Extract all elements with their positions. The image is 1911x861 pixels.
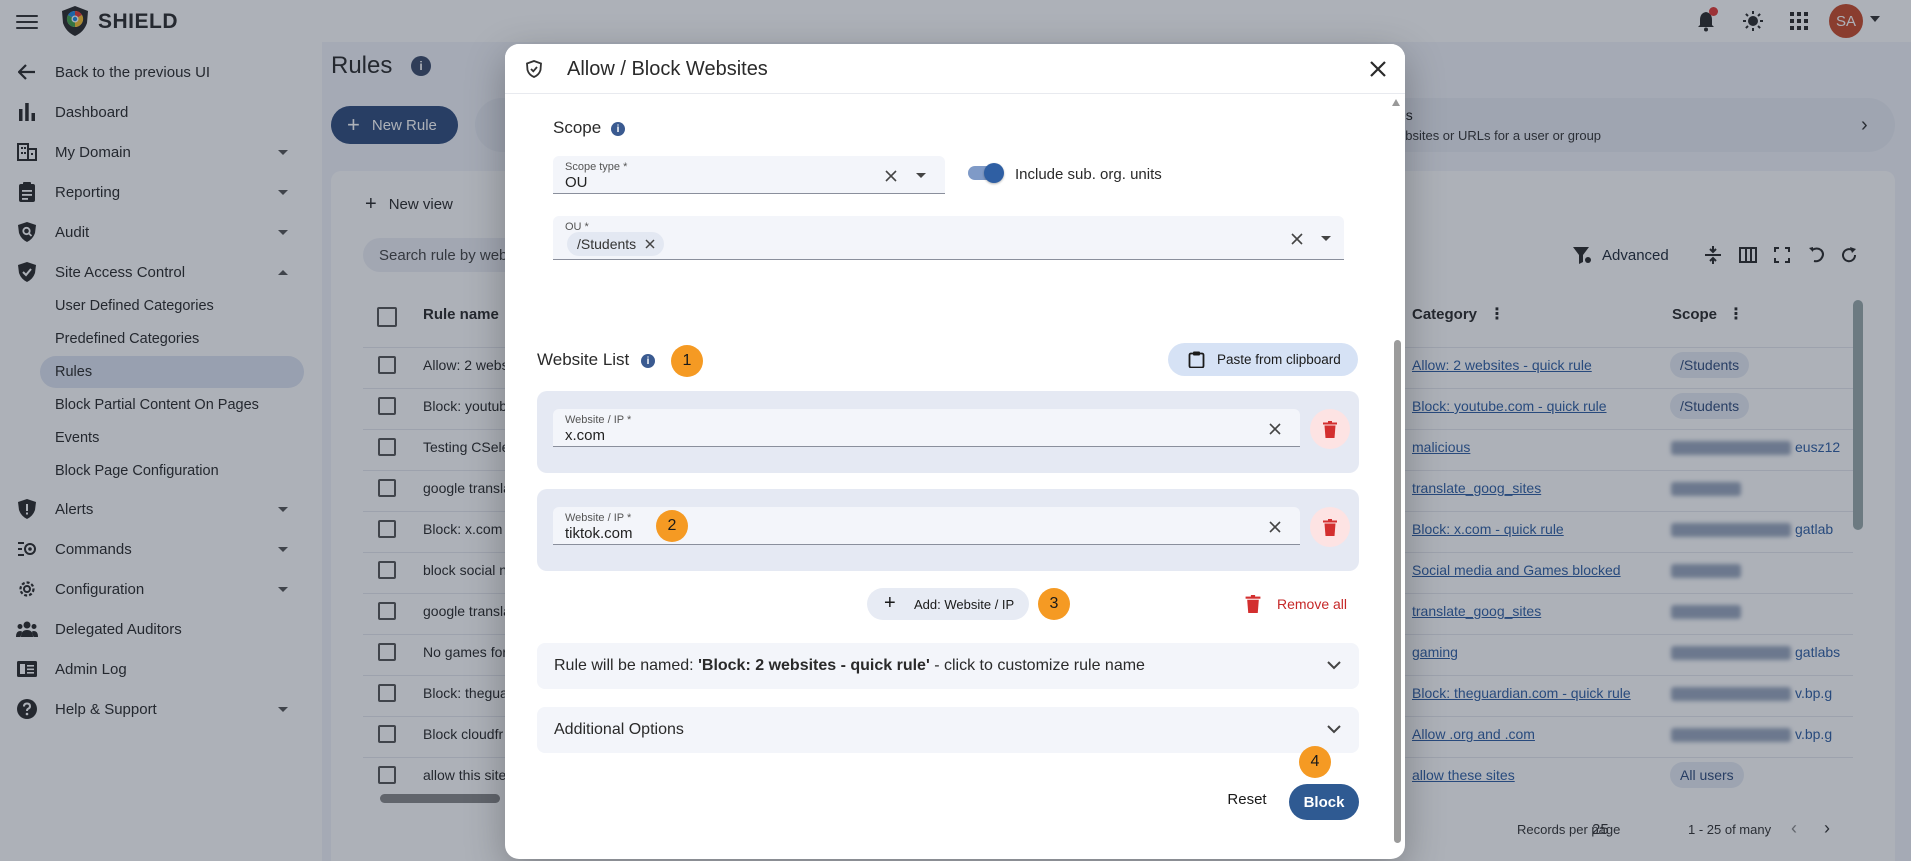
add-label: Add: Website / IP	[914, 597, 1015, 612]
clear-icon[interactable]	[1269, 423, 1281, 435]
add-website-button[interactable]: + Add: Website / IP	[867, 588, 1029, 620]
scope-type-select[interactable]: Scope type * OU	[553, 156, 945, 194]
allow-block-websites-dialog: Allow / Block Websites Scope i Scope typ…	[505, 44, 1405, 859]
chevron-down-icon	[1327, 725, 1341, 734]
paste-from-clipboard-button[interactable]: Paste from clipboard	[1168, 343, 1358, 376]
paste-label: Paste from clipboard	[1217, 352, 1341, 367]
reset-button[interactable]: Reset	[1222, 791, 1272, 813]
clear-icon[interactable]	[885, 170, 897, 182]
include-sub-org-toggle[interactable]	[968, 163, 1004, 183]
trash-icon	[1245, 595, 1261, 613]
include-sub-org-label: Include sub. org. units	[1015, 166, 1162, 183]
clear-icon[interactable]	[1291, 233, 1303, 245]
clipboard-icon	[1188, 351, 1205, 368]
trash-icon	[1323, 420, 1337, 438]
chevron-down-icon	[1327, 661, 1341, 670]
clear-icon[interactable]	[1269, 521, 1281, 533]
step-badge-2: 2	[656, 510, 688, 542]
remove-all-label: Remove all	[1277, 596, 1348, 612]
step-badge-3: 3	[1038, 588, 1070, 620]
rule-name-accordion[interactable]: Rule will be named: 'Block: 2 websites -…	[537, 643, 1359, 689]
scroll-up-arrow[interactable]	[1392, 99, 1400, 106]
additional-options-label: Additional Options	[554, 721, 684, 738]
rule-name-value: 'Block: 2 websites - quick rule'	[698, 657, 930, 674]
field-label: Website / IP *	[565, 512, 632, 524]
rule-name-text: Rule will be named: 'Block: 2 websites -…	[554, 657, 1145, 675]
field-label: Scope type *	[565, 161, 628, 173]
dialog-title: Allow / Block Websites	[567, 58, 768, 80]
block-button[interactable]: Block	[1289, 784, 1359, 820]
delete-website-button[interactable]	[1310, 507, 1350, 547]
rule-name-prefix: Rule will be named:	[554, 657, 699, 674]
toggle-knob	[984, 163, 1004, 183]
step-badge-1: 1	[671, 345, 703, 377]
chevron-down-icon[interactable]	[1321, 236, 1331, 241]
website-input[interactable]: Website / IP * x.com	[553, 409, 1300, 447]
website-entry-card: Website / IP * x.com	[537, 391, 1359, 473]
chip-label: /Students	[577, 236, 637, 252]
ou-chip-students: /Students	[567, 232, 665, 256]
info-icon[interactable]: i	[641, 354, 655, 368]
chevron-down-icon[interactable]	[916, 173, 926, 178]
ou-select[interactable]: OU *	[553, 216, 1344, 260]
info-icon[interactable]: i	[611, 122, 625, 136]
trash-icon	[1323, 518, 1337, 536]
close-icon[interactable]	[645, 239, 655, 249]
step-badge-4: 4	[1299, 746, 1331, 778]
dialog-scrollbar[interactable]	[1394, 340, 1401, 843]
rule-name-suffix: - click to customize rule name	[929, 657, 1145, 674]
field-value: tiktok.com	[565, 525, 633, 542]
scope-heading: Scope	[553, 118, 602, 137]
shield-check-icon	[526, 60, 542, 78]
delete-website-button[interactable]	[1310, 409, 1350, 449]
website-list-heading: Website List	[537, 350, 630, 369]
dialog-header: Allow / Block Websites	[505, 44, 1405, 94]
additional-options-accordion[interactable]: Additional Options	[537, 707, 1359, 753]
field-value: OU	[565, 174, 588, 191]
field-label: Website / IP *	[565, 414, 632, 426]
close-icon[interactable]	[1366, 57, 1390, 81]
plus-icon: +	[884, 592, 896, 614]
field-value: x.com	[565, 427, 606, 444]
